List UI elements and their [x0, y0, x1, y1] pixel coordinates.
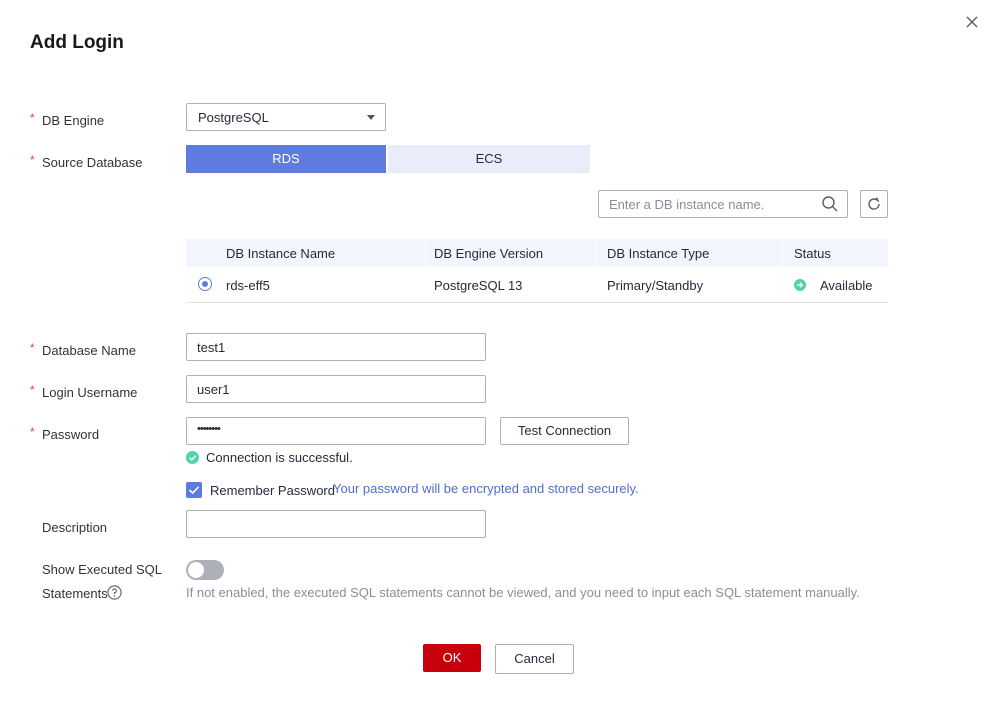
remember-password-checkbox[interactable]: [186, 482, 202, 498]
instance-name-cell: rds-eff5: [226, 278, 270, 293]
database-name-input[interactable]: test1: [186, 333, 486, 361]
instance-search-box: [598, 190, 848, 218]
instance-table-header: DB Instance Name DB Engine Version DB In…: [186, 239, 888, 267]
login-username-label: Login Username: [42, 385, 138, 400]
help-icon[interactable]: [107, 585, 122, 603]
database-name-label: Database Name: [42, 343, 136, 358]
login-username-value: user1: [197, 382, 230, 397]
description-input[interactable]: [186, 510, 486, 538]
search-icon[interactable]: [821, 195, 839, 213]
ok-button[interactable]: OK: [423, 644, 481, 672]
refresh-icon: [868, 197, 880, 210]
instance-type-cell: Primary/Standby: [607, 278, 704, 293]
column-header: DB Instance Type: [607, 246, 710, 261]
source-option-rds[interactable]: RDS: [186, 145, 386, 173]
chevron-down-icon: [367, 115, 375, 120]
column-header: Status: [794, 246, 831, 261]
source-option-ecs[interactable]: ECS: [388, 145, 590, 173]
password-input[interactable]: ••••••••: [186, 417, 486, 445]
success-check-icon: [186, 451, 199, 464]
required-marker: *: [30, 111, 35, 125]
table-row[interactable]: rds-eff5 PostgreSQL 13 Primary/Standby A…: [186, 268, 888, 303]
connection-status-text: Connection is successful.: [206, 450, 353, 465]
show-executed-sql-label: Show Executed SQL: [42, 562, 162, 577]
db-engine-label: DB Engine: [42, 113, 105, 128]
row-select-radio[interactable]: [198, 277, 212, 291]
db-engine-value: PostgreSQL: [198, 110, 269, 125]
show-executed-sql-hint: If not enabled, the executed SQL stateme…: [186, 585, 860, 600]
checkmark-icon: [188, 486, 200, 495]
status-available-icon: [794, 279, 806, 291]
required-marker: *: [30, 383, 35, 397]
show-executed-sql-toggle[interactable]: [186, 560, 224, 580]
status-text: Available: [820, 278, 873, 293]
db-engine-select[interactable]: PostgreSQL: [186, 103, 386, 131]
column-header: DB Instance Name: [226, 246, 336, 261]
refresh-button[interactable]: [860, 190, 888, 218]
password-value: ••••••••: [197, 423, 221, 435]
show-executed-sql-label-line2: Statements: [42, 586, 108, 601]
description-label: Description: [42, 520, 108, 535]
login-username-input[interactable]: user1: [186, 375, 486, 403]
required-marker: *: [30, 153, 35, 167]
remember-password-note: Your password will be encrypted and stor…: [333, 481, 639, 496]
close-icon[interactable]: [962, 12, 982, 32]
dialog-title: Add Login: [30, 32, 124, 53]
required-marker: *: [30, 425, 35, 439]
cancel-button[interactable]: Cancel: [495, 644, 574, 674]
required-marker: *: [30, 341, 35, 355]
engine-version-cell: PostgreSQL 13: [434, 278, 523, 293]
instance-search-input[interactable]: [609, 196, 809, 212]
column-header: DB Engine Version: [434, 246, 544, 261]
test-connection-button[interactable]: Test Connection: [500, 417, 629, 445]
source-database-label: Source Database: [42, 155, 143, 170]
remember-password-label: Remember Password: [210, 483, 335, 498]
database-name-value: test1: [197, 340, 226, 355]
password-label: Password: [42, 427, 100, 442]
